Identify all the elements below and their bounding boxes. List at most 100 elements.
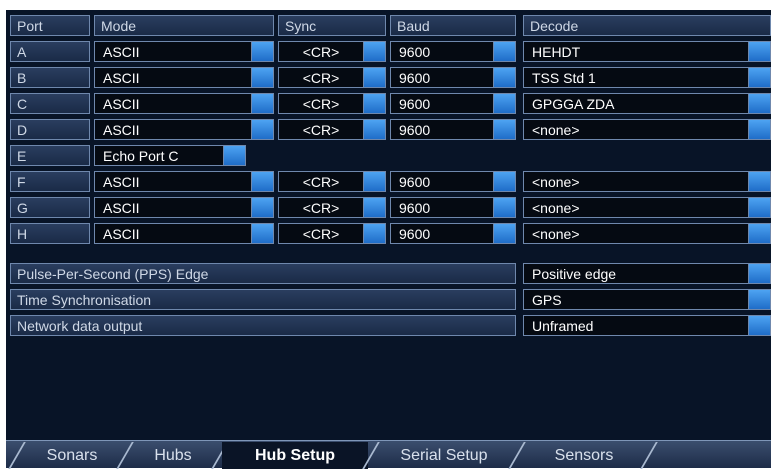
dropdown-arrow-icon[interactable]	[363, 172, 385, 191]
baud-value: 9600	[399, 122, 431, 138]
dropdown-arrow-icon[interactable]	[748, 264, 770, 283]
dropdown-arrow-icon[interactable]	[748, 94, 770, 113]
sync-value: <CR>	[302, 226, 340, 242]
dropdown-arrow-icon[interactable]	[363, 94, 385, 113]
baud-value: 9600	[399, 200, 431, 216]
tab-hubs[interactable]: Hubs	[132, 442, 214, 469]
mode-value: Echo Port C	[103, 148, 179, 164]
dropdown-arrow-icon[interactable]	[748, 172, 770, 191]
mode-dropdown[interactable]: ASCII	[94, 119, 274, 140]
decode-dropdown[interactable]: TSS Std 1	[523, 67, 771, 88]
port-label: B	[10, 67, 90, 88]
sync-dropdown[interactable]: <CR>	[278, 41, 386, 62]
decode-dropdown[interactable]: HEHDT	[523, 41, 771, 62]
dropdown-arrow-icon[interactable]	[493, 94, 515, 113]
network-output-dropdown[interactable]: Unframed	[523, 315, 771, 336]
baud-dropdown[interactable]: 9600	[390, 41, 516, 62]
sync-dropdown[interactable]: <CR>	[278, 223, 386, 244]
baud-dropdown[interactable]: 9600	[390, 171, 516, 192]
mode-dropdown[interactable]: ASCII	[94, 41, 274, 62]
baud-dropdown[interactable]: 9600	[390, 119, 516, 140]
dropdown-arrow-icon[interactable]	[251, 198, 273, 217]
tab-serial-setup[interactable]: Serial Setup	[378, 442, 510, 469]
sync-value: <CR>	[302, 200, 340, 216]
sync-dropdown[interactable]: <CR>	[278, 197, 386, 218]
decode-value: <none>	[532, 122, 580, 138]
port-label: A	[10, 41, 90, 62]
baud-value: 9600	[399, 96, 431, 112]
dropdown-arrow-icon[interactable]	[493, 224, 515, 243]
mode-dropdown[interactable]: ASCII	[94, 223, 274, 244]
mode-value: ASCII	[103, 70, 140, 86]
dropdown-arrow-icon[interactable]	[748, 198, 770, 217]
dropdown-arrow-icon[interactable]	[251, 42, 273, 61]
sync-dropdown[interactable]: <CR>	[278, 171, 386, 192]
port-column-header: Port	[10, 15, 90, 36]
port-label: G	[10, 197, 90, 218]
dropdown-arrow-icon[interactable]	[748, 42, 770, 61]
baud-dropdown[interactable]: 9600	[390, 223, 516, 244]
mode-dropdown[interactable]: ASCII	[94, 93, 274, 114]
sync-dropdown[interactable]: <CR>	[278, 93, 386, 114]
dropdown-arrow-icon[interactable]	[493, 198, 515, 217]
dropdown-arrow-icon[interactable]	[748, 290, 770, 309]
tab-sensors[interactable]: Sensors	[524, 442, 644, 469]
sync-value: <CR>	[302, 122, 340, 138]
mode-value: ASCII	[103, 96, 140, 112]
decode-value: TSS Std 1	[532, 70, 596, 86]
decode-dropdown[interactable]: <none>	[523, 197, 771, 218]
mode-value: ASCII	[103, 226, 140, 242]
mode-dropdown[interactable]: ASCII	[94, 171, 274, 192]
dropdown-arrow-icon[interactable]	[493, 120, 515, 139]
decode-dropdown[interactable]: <none>	[523, 119, 771, 140]
baud-column-header: Baud	[390, 15, 516, 36]
decode-dropdown[interactable]: <none>	[523, 171, 771, 192]
time-sync-dropdown[interactable]: GPS	[523, 289, 771, 310]
baud-value: 9600	[399, 44, 431, 60]
pps-edge-value: Positive edge	[532, 266, 617, 282]
dropdown-arrow-icon[interactable]	[363, 42, 385, 61]
dropdown-arrow-icon[interactable]	[251, 120, 273, 139]
decode-value: <none>	[532, 174, 580, 190]
dropdown-arrow-icon[interactable]	[251, 224, 273, 243]
dropdown-arrow-icon[interactable]	[748, 68, 770, 87]
dropdown-arrow-icon[interactable]	[748, 316, 770, 335]
baud-dropdown[interactable]: 9600	[390, 67, 516, 88]
sync-value: <CR>	[302, 44, 340, 60]
mode-dropdown[interactable]: ASCII	[94, 197, 274, 218]
dropdown-arrow-icon[interactable]	[363, 224, 385, 243]
dropdown-arrow-icon[interactable]	[251, 94, 273, 113]
mode-dropdown[interactable]: Echo Port C	[94, 145, 246, 166]
dropdown-arrow-icon[interactable]	[748, 224, 770, 243]
decode-column-header: Decode	[523, 15, 771, 36]
decode-dropdown[interactable]: <none>	[523, 223, 771, 244]
pps-edge-dropdown[interactable]: Positive edge	[523, 263, 771, 284]
sync-dropdown[interactable]: <CR>	[278, 119, 386, 140]
dropdown-arrow-icon[interactable]	[251, 172, 273, 191]
dropdown-arrow-icon[interactable]	[223, 146, 245, 165]
dropdown-arrow-icon[interactable]	[748, 120, 770, 139]
tab-hub-setup[interactable]: Hub Setup	[222, 442, 368, 469]
mode-dropdown[interactable]: ASCII	[94, 67, 274, 88]
baud-value: 9600	[399, 174, 431, 190]
baud-dropdown[interactable]: 9600	[390, 93, 516, 114]
dropdown-arrow-icon[interactable]	[363, 68, 385, 87]
mode-value: ASCII	[103, 200, 140, 216]
hub-setup-panel: Port Mode Sync Baud Decode A ASCII <CR> …	[6, 10, 771, 469]
port-label: H	[10, 223, 90, 244]
tab-separator	[8, 442, 26, 469]
decode-value: <none>	[532, 200, 580, 216]
tab-sonars[interactable]: Sonars	[26, 442, 118, 469]
baud-dropdown[interactable]: 9600	[390, 197, 516, 218]
time-sync-value: GPS	[532, 292, 562, 308]
dropdown-arrow-icon[interactable]	[493, 68, 515, 87]
sync-dropdown[interactable]: <CR>	[278, 67, 386, 88]
port-label: D	[10, 119, 90, 140]
dropdown-arrow-icon[interactable]	[363, 198, 385, 217]
dropdown-arrow-icon[interactable]	[493, 42, 515, 61]
dropdown-arrow-icon[interactable]	[363, 120, 385, 139]
network-output-label: Network data output	[10, 315, 516, 336]
decode-dropdown[interactable]: GPGGA ZDA	[523, 93, 771, 114]
dropdown-arrow-icon[interactable]	[493, 172, 515, 191]
dropdown-arrow-icon[interactable]	[251, 68, 273, 87]
